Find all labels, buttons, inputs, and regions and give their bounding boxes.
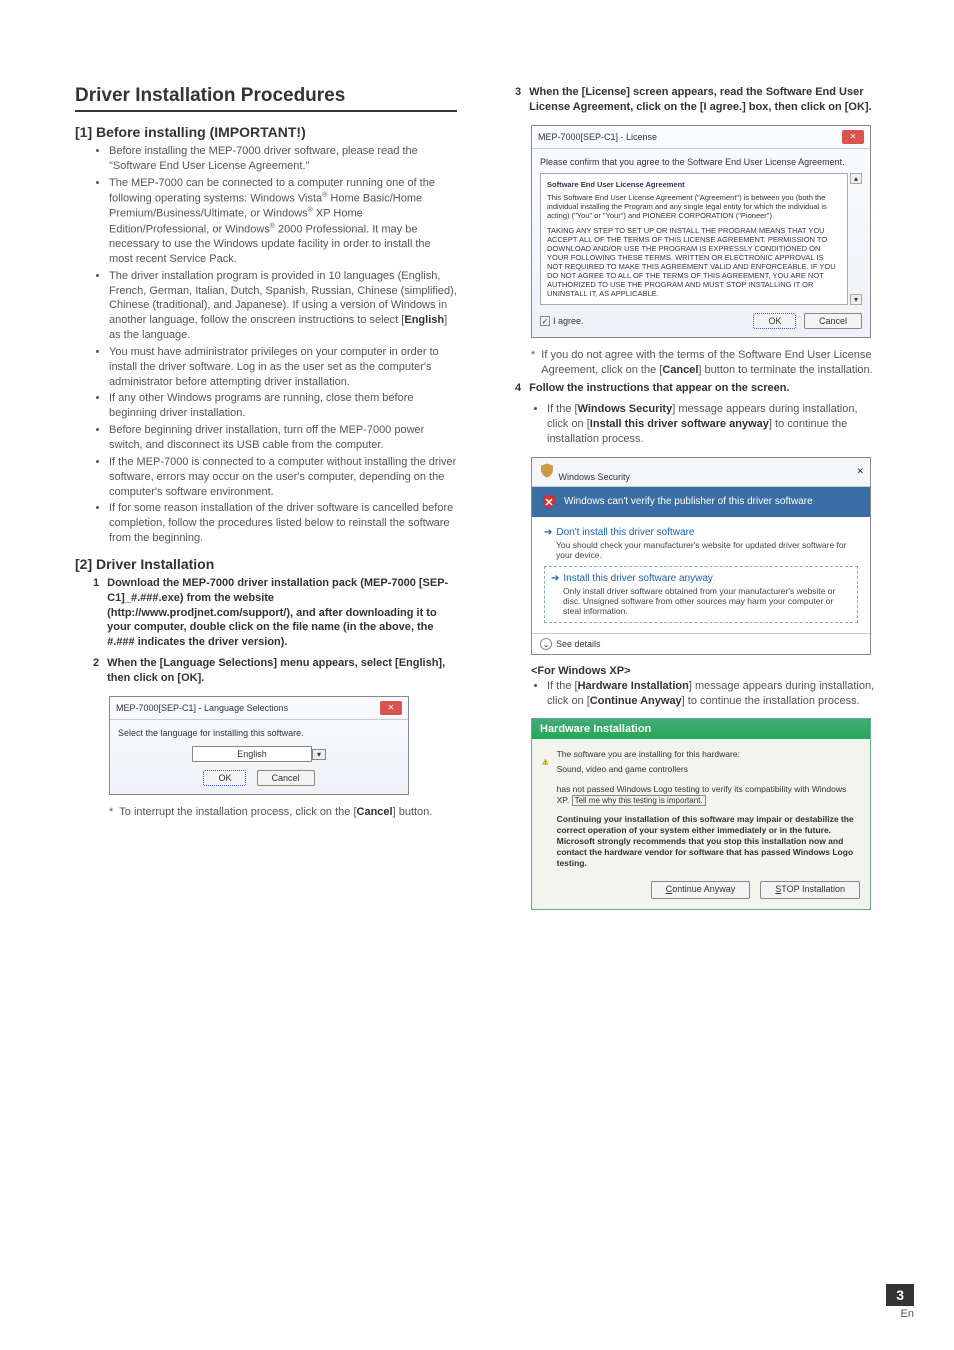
bullet: The MEP-7000 can be connected to a compu… bbox=[109, 176, 457, 267]
page-lang: En bbox=[886, 1308, 914, 1320]
scroll-down-icon[interactable]: ▾ bbox=[850, 294, 862, 305]
text: ] button. bbox=[393, 806, 433, 818]
text-bold: Cancel bbox=[357, 806, 393, 818]
step-number: 1 bbox=[93, 576, 99, 650]
dialog-title: Windows Security bbox=[538, 462, 630, 482]
section-1-title: [1] Before installing (IMPORTANT!) bbox=[75, 124, 457, 140]
option-title: Don't install this driver software bbox=[556, 527, 694, 538]
bullet: If for some reason installation of the d… bbox=[109, 501, 457, 546]
chevron-down-icon[interactable]: ▾ bbox=[312, 749, 326, 760]
bullet: Before installing the MEP-7000 driver so… bbox=[109, 144, 457, 174]
continue-anyway-button[interactable]: CContinue Anywayontinue Anyway bbox=[651, 881, 751, 899]
xp-line1: The software you are installing for this… bbox=[557, 749, 860, 760]
shield-x-icon bbox=[540, 493, 558, 511]
step-1: 1 Download the MEP-7000 driver installat… bbox=[93, 576, 457, 650]
close-icon[interactable]: ✕ bbox=[856, 466, 864, 477]
step-number: 3 bbox=[515, 85, 521, 115]
security-banner: Windows can't verify the publisher of th… bbox=[532, 487, 870, 517]
section-1-bullets: Before installing the MEP-7000 driver so… bbox=[109, 144, 457, 546]
agree-checkbox[interactable]: ✓I agree. bbox=[540, 316, 584, 326]
page-number: 3 bbox=[886, 1284, 914, 1306]
cancel-button[interactable]: Cancel bbox=[804, 313, 862, 329]
option-dont-install[interactable]: ➔ Don't install this driver software You … bbox=[544, 527, 858, 560]
option-install-anyway[interactable]: ➔ Install this driver software anyway Onl… bbox=[544, 566, 858, 623]
asterisk: * bbox=[109, 805, 113, 820]
text-bold: Hardware Installation bbox=[578, 680, 689, 692]
option-title: Install this driver software anyway bbox=[563, 573, 713, 584]
main-heading: Driver Installation Procedures bbox=[75, 85, 457, 112]
step-number: 4 bbox=[515, 381, 521, 396]
see-details-toggle[interactable]: ⌄ See details bbox=[532, 633, 870, 654]
shield-icon bbox=[538, 462, 556, 480]
step-2: 2 When the [Language Selections] menu ap… bbox=[93, 656, 457, 686]
dialog-title: MEP-7000[SEP-C1] - Language Selections bbox=[116, 703, 288, 713]
step-4-sub: If the [Windows Security] message appear… bbox=[531, 402, 879, 447]
text-bold: Cancel bbox=[662, 364, 698, 376]
step-text: When the [Language Selections] menu appe… bbox=[107, 656, 457, 686]
text: To interrupt the installation process, c… bbox=[119, 806, 356, 818]
text-bold: Continue Anyway bbox=[590, 695, 682, 707]
xp-heading: <For Windows XP> bbox=[531, 665, 879, 677]
windows-security-dialog: Windows Security ✕ Windows can't verify … bbox=[531, 457, 871, 655]
text: ] button to terminate the installation. bbox=[698, 364, 872, 376]
scroll-up-icon[interactable]: ▴ bbox=[850, 173, 862, 184]
text-bold: Install this driver software anyway bbox=[590, 418, 769, 430]
dialog-title: Hardware Installation bbox=[532, 719, 870, 739]
option-subtitle: Only install driver software obtained fr… bbox=[563, 586, 851, 616]
close-icon[interactable]: ✕ bbox=[380, 701, 402, 715]
svg-text:!: ! bbox=[545, 761, 546, 765]
section-2-title: [2] Driver Installation bbox=[75, 556, 457, 572]
bullet: If the MEP-7000 is connected to a comput… bbox=[109, 455, 457, 500]
option-subtitle: You should check your manufacturer's web… bbox=[556, 540, 858, 560]
bullet: The driver installation program is provi… bbox=[109, 269, 457, 343]
bullet: Before beginning driver installation, tu… bbox=[109, 423, 457, 453]
ok-button[interactable]: OK bbox=[753, 313, 796, 329]
ok-button[interactable]: OK bbox=[203, 770, 246, 786]
xp-bold-warning: Continuing your installation of this sof… bbox=[557, 814, 860, 869]
text-bold: Windows Security bbox=[578, 403, 673, 415]
text: ] to continue the installation process. bbox=[682, 695, 860, 707]
bullet: You must have administrator privileges o… bbox=[109, 345, 457, 390]
language-note: * To interrupt the installation process,… bbox=[109, 805, 457, 820]
step-text: Follow the instructions that appear on t… bbox=[529, 381, 879, 396]
bullet: If any other Windows programs are runnin… bbox=[109, 391, 457, 421]
asterisk: * bbox=[531, 348, 535, 378]
license-paragraph: This Software End User License Agreement… bbox=[547, 193, 841, 220]
xp-link[interactable]: Tell me why this testing is important. bbox=[572, 795, 706, 806]
license-terms: TAKING ANY STEP TO SET UP OR INSTALL THE… bbox=[547, 226, 841, 298]
license-textbox: Software End User License Agreement This… bbox=[540, 173, 848, 305]
step-text: Download the MEP-7000 driver installatio… bbox=[107, 576, 457, 650]
chevron-down-icon: ⌄ bbox=[540, 638, 552, 650]
text: If the [ bbox=[547, 403, 578, 415]
arrow-icon: ➔ bbox=[551, 573, 559, 584]
xp-note: If the [Hardware Installation] message a… bbox=[531, 679, 879, 709]
step-number: 2 bbox=[93, 656, 99, 686]
language-selection-dialog: MEP-7000[SEP-C1] - Language Selections ✕… bbox=[109, 696, 409, 795]
stop-installation-button[interactable]: STOP Installation bbox=[760, 881, 860, 899]
license-dialog: MEP-7000[SEP-C1] - License ✕ Please conf… bbox=[531, 125, 871, 338]
xp-line3: has not passed Windows Logo testing to v… bbox=[557, 784, 860, 806]
license-note: * If you do not agree with the terms of … bbox=[531, 348, 879, 378]
dialog-title: MEP-7000[SEP-C1] - License bbox=[538, 132, 657, 142]
step-3: 3 When the [License] screen appears, rea… bbox=[515, 85, 879, 115]
banner-text: Windows can't verify the publisher of th… bbox=[564, 496, 813, 507]
xp-line2: Sound, video and game controllers bbox=[557, 764, 860, 775]
text-bold: English bbox=[404, 314, 444, 326]
arrow-icon: ➔ bbox=[544, 527, 552, 538]
hardware-installation-dialog: Hardware Installation ! The software you… bbox=[531, 718, 871, 909]
dialog-prompt: Select the language for installing this … bbox=[118, 728, 400, 738]
page-footer: 3 En bbox=[886, 1284, 914, 1320]
close-icon[interactable]: ✕ bbox=[842, 130, 864, 144]
step-text: When the [License] screen appears, read … bbox=[529, 85, 879, 115]
language-select[interactable]: English bbox=[192, 746, 312, 762]
see-details-label: See details bbox=[556, 639, 601, 649]
step-4: 4 Follow the instructions that appear on… bbox=[515, 381, 879, 396]
agree-label: I agree. bbox=[553, 316, 584, 326]
warning-icon: ! bbox=[542, 749, 549, 775]
cancel-button[interactable]: Cancel bbox=[257, 770, 315, 786]
text: If the [ bbox=[547, 680, 578, 692]
license-heading: Software End User License Agreement bbox=[547, 180, 841, 189]
license-prompt: Please confirm that you agree to the Sof… bbox=[540, 157, 862, 167]
